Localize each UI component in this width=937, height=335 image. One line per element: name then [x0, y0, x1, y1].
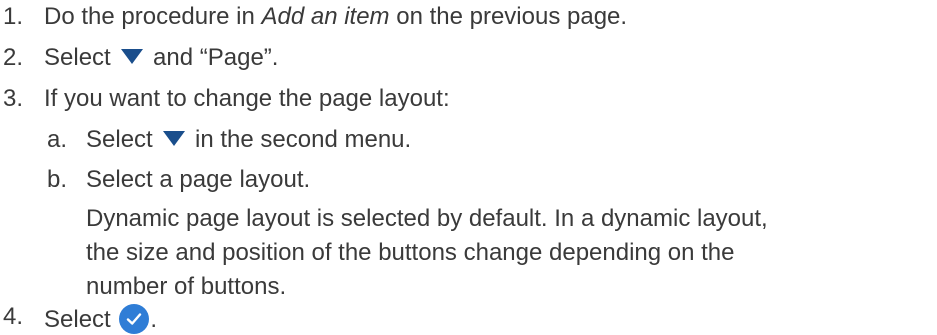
step-text-part: Select [86, 126, 160, 153]
step-number: 3. [3, 85, 24, 112]
dropdown-triangle-icon [121, 49, 144, 64]
step-number: 1. [3, 3, 24, 30]
step-text-part: in the second menu. [188, 126, 412, 153]
substep-note-line: Dynamic page layout is selected by defau… [86, 205, 768, 232]
step-text-part: . [150, 306, 158, 333]
step-text-part: on the previous page. [389, 3, 628, 30]
step-number: 2. [3, 44, 24, 71]
step-number: 4. [3, 303, 24, 330]
step-text-part: Select [44, 44, 118, 71]
step-text-part: and “Page”. [146, 44, 279, 71]
substep-text: Select a page layout. [86, 166, 311, 193]
step-text-part: Select [44, 306, 118, 333]
step-text: Select and “Page”. [44, 44, 278, 73]
substep-letter: a. [47, 126, 68, 153]
dropdown-triangle-icon [163, 131, 186, 146]
step-text-part: Do the procedure in [44, 3, 262, 30]
step-text: If you want to change the page layout: [44, 85, 450, 112]
substep-text: Select in the second menu. [86, 126, 411, 155]
check-circle-icon [119, 304, 150, 334]
step-text: Select . [44, 303, 157, 335]
substep-note-line: the size and position of the buttons cha… [86, 239, 735, 266]
procedure-reference: Add an item [261, 3, 390, 30]
substep-letter: b. [47, 166, 68, 193]
substep-note-line: number of buttons. [86, 273, 287, 300]
step-text: Do the procedure in Add an item on the p… [44, 3, 627, 32]
